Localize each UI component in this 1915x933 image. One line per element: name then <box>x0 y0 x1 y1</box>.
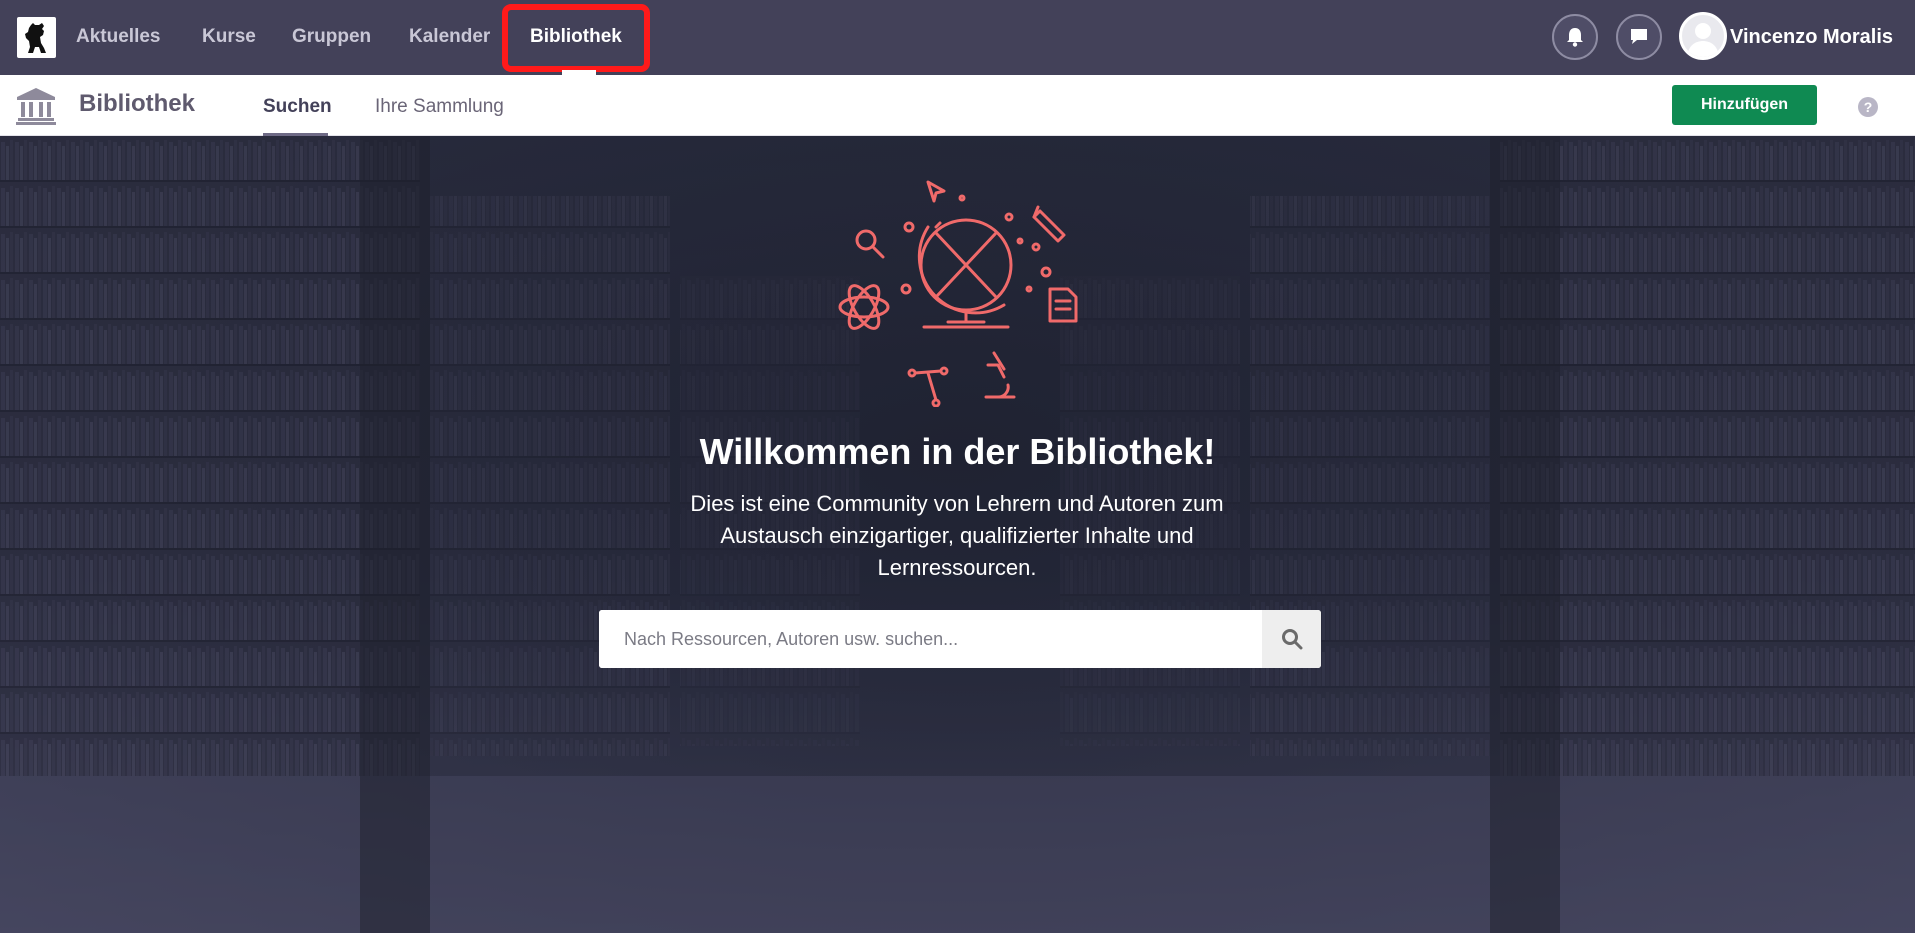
search-input[interactable] <box>599 610 1262 668</box>
nav-item-kurse[interactable]: Kurse <box>202 0 256 75</box>
bell-icon <box>1567 28 1583 47</box>
nav-item-aktuelles[interactable]: Aktuelles <box>76 0 160 75</box>
hero-title: Willkommen in der Bibliothek! <box>699 431 1216 472</box>
library-search-bar <box>599 610 1321 668</box>
search-icon <box>1281 629 1302 650</box>
hero-section: Willkommen in der Bibliothek! Dies ist e… <box>0 136 1915 933</box>
library-subbar: Bibliothek Suchen Ihre Sammlung Hinzufüg… <box>0 75 1915 136</box>
hero-description: Dies ist eine Community von Lehrern und … <box>690 491 1224 580</box>
add-button[interactable]: Hinzufügen <box>1672 85 1817 125</box>
tab-ihre-sammlung[interactable]: Ihre Sammlung <box>375 75 504 136</box>
messages-button[interactable] <box>1616 14 1662 60</box>
chat-bubble-icon <box>1631 29 1647 44</box>
nav-item-kalender[interactable]: Kalender <box>409 0 490 75</box>
page-title: Bibliothek <box>79 90 196 117</box>
bear-logo-icon[interactable] <box>17 17 56 58</box>
user-name[interactable]: Vincenzo Moralis <box>1730 0 1893 75</box>
highlight-annotation <box>502 4 650 72</box>
nav-item-gruppen[interactable]: Gruppen <box>292 0 371 75</box>
user-avatar[interactable] <box>1679 12 1727 60</box>
search-button[interactable] <box>1262 610 1321 668</box>
library-building-icon <box>16 88 56 125</box>
globe-science-illustration <box>838 180 1078 407</box>
top-navigation: Aktuelles Kurse Gruppen Kalender Bibliot… <box>0 0 1915 75</box>
notifications-button[interactable] <box>1552 14 1598 60</box>
help-icon[interactable]: ? <box>1858 97 1878 117</box>
tab-suchen[interactable]: Suchen <box>263 75 332 136</box>
